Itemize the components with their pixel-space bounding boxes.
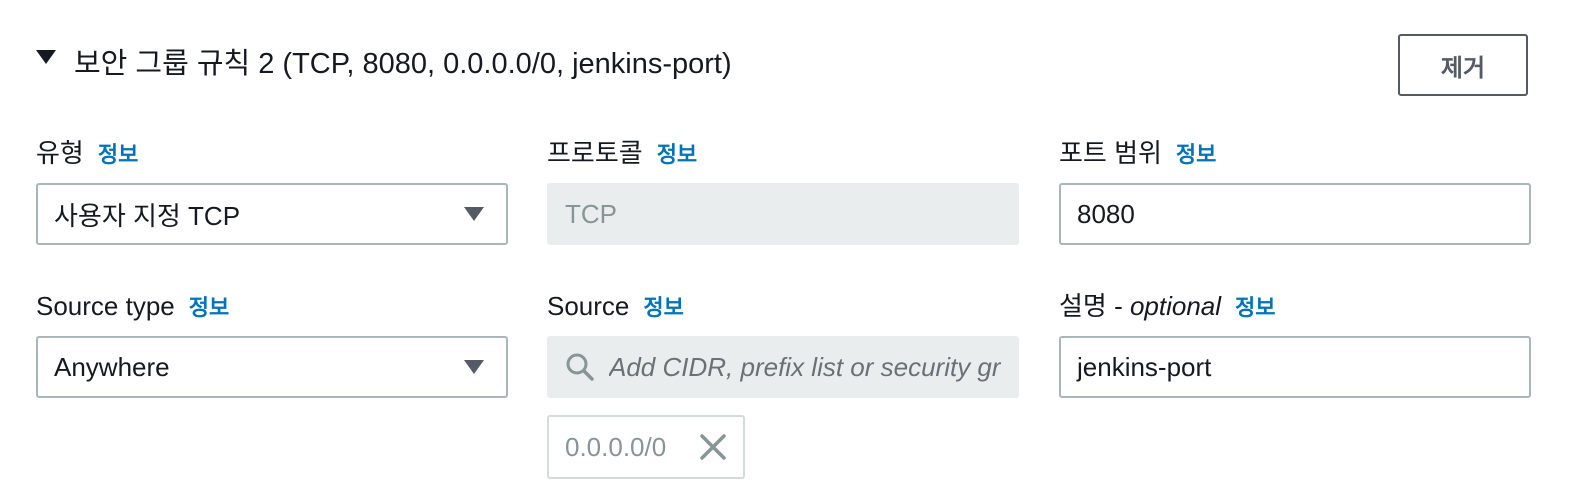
description-input[interactable]: jenkins-port — [1059, 336, 1531, 398]
port-range-info-link[interactable]: 정보 — [1176, 138, 1216, 172]
description-info-link[interactable]: 정보 — [1235, 291, 1275, 325]
source-token-label: 0.0.0.0/0 — [565, 431, 667, 462]
type-select[interactable]: 사용자 지정 TCP — [36, 183, 508, 245]
source-label: Source 정보 — [547, 289, 684, 325]
close-icon[interactable] — [699, 433, 727, 461]
remove-button[interactable]: 제거 — [1398, 34, 1528, 96]
type-label: 유형 정보 — [36, 136, 138, 172]
source-token: 0.0.0.0/0 — [547, 415, 745, 479]
source-type-select-value: Anywhere — [54, 351, 170, 382]
port-range-label: 포트 범위 정보 — [1059, 136, 1216, 172]
source-type-select[interactable]: Anywhere — [36, 336, 508, 398]
protocol-value: TCP — [565, 198, 617, 229]
rule-header: 보안 그룹 규칙 2 (TCP, 8080, 0.0.0.0/0, jenkin… — [36, 36, 732, 92]
triangle-down-icon — [464, 207, 484, 221]
protocol-field: TCP — [547, 183, 1019, 245]
description-label: 설명 - optional 정보 — [1059, 289, 1276, 325]
triangle-down-icon — [464, 360, 484, 374]
protocol-label-text: 프로토콜 — [547, 138, 643, 168]
type-select-value: 사용자 지정 TCP — [54, 200, 241, 231]
caret-down-icon[interactable] — [36, 50, 56, 64]
description-optional-text: optional — [1129, 291, 1222, 321]
description-label-text: 설명 - — [1059, 291, 1130, 321]
protocol-info-link[interactable]: 정보 — [657, 138, 697, 172]
source-label-text: Source — [547, 291, 630, 321]
description-value: jenkins-port — [1077, 351, 1212, 382]
source-info-link[interactable]: 정보 — [643, 291, 683, 325]
source-type-info-link[interactable]: 정보 — [189, 291, 229, 325]
source-type-label-text: Source type — [36, 291, 175, 321]
port-range-label-text: 포트 범위 — [1059, 138, 1162, 168]
source-search-placeholder: Add CIDR, prefix list or security group — [609, 351, 1001, 382]
source-search-input[interactable]: Add CIDR, prefix list or security group — [547, 336, 1019, 398]
port-range-input[interactable]: 8080 — [1059, 183, 1531, 245]
search-icon — [566, 353, 594, 381]
source-type-label: Source type 정보 — [36, 289, 229, 325]
rule-title: 보안 그룹 규칙 2 (TCP, 8080, 0.0.0.0/0, jenkin… — [74, 48, 732, 80]
type-label-text: 유형 — [36, 138, 84, 168]
protocol-label: 프로토콜 정보 — [547, 136, 697, 172]
port-range-value: 8080 — [1077, 198, 1135, 229]
type-info-link[interactable]: 정보 — [98, 138, 138, 172]
